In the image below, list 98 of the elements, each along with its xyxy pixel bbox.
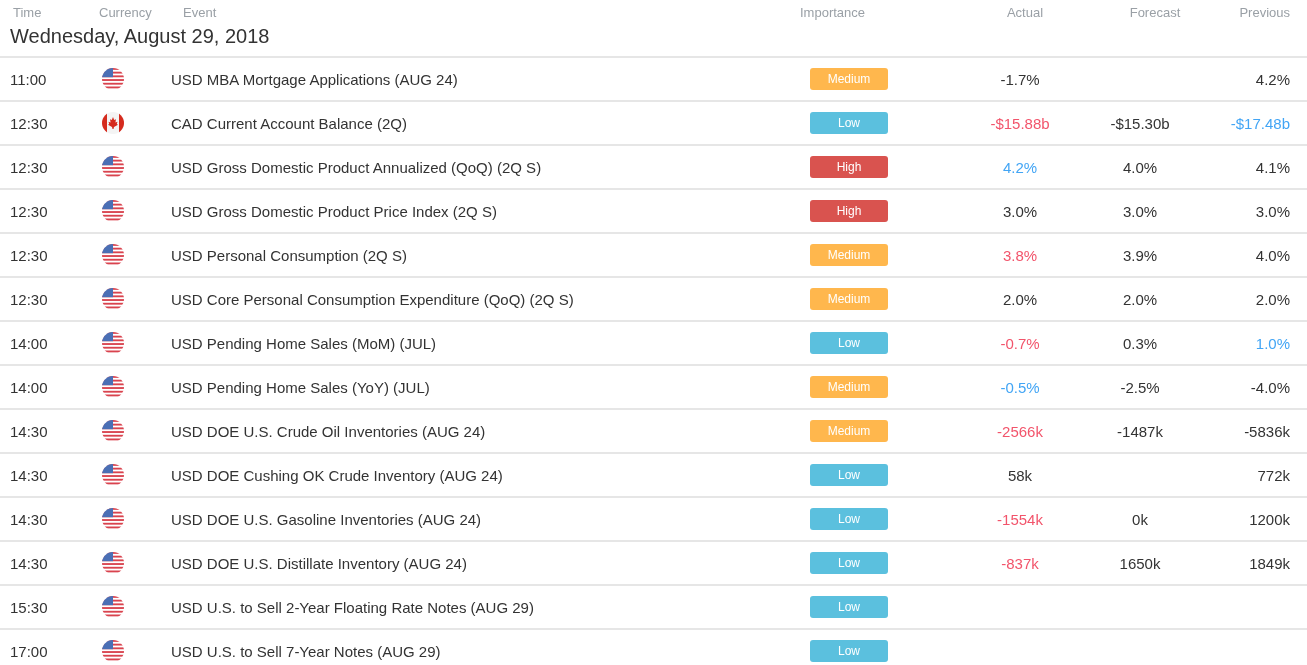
time-cell-text: 14:30 [9, 510, 48, 528]
time-cell-text: 14:30 [9, 422, 48, 440]
time-cell-text: 14:00 [9, 334, 48, 352]
column-header: Time [12, 5, 43, 21]
flag-icon [101, 68, 124, 90]
flag-icon [101, 200, 124, 222]
actual-value: -837k [1001, 554, 1039, 572]
time-cell-text: 11:00 [9, 70, 47, 88]
event-cell-text: USD DOE U.S. Gasoline Inventories (AUG 24) [170, 510, 482, 528]
previous-value: 1.0% [1255, 334, 1290, 352]
event-cell-text: USD Pending Home Sales (YoY) (JUL) [170, 378, 430, 396]
importance-badge: Low [810, 112, 888, 134]
event-cell-text: USD DOE U.S. Crude Oil Inventories (AUG 24) [170, 422, 486, 440]
event-cell-text: USD U.S. to Sell 7-Year Notes (AUG 29) [170, 642, 441, 660]
event-cell-text: CAD Current Account Balance (2Q) [170, 114, 407, 132]
forecast-value: 2.0% [1122, 290, 1158, 308]
forecast-value: 4.0% [1122, 158, 1158, 176]
column-header: Actual [1005, 5, 1044, 21]
date-heading: Wednesday, August 29, 2018 [9, 24, 271, 49]
previous-value: -4.0% [1250, 378, 1290, 396]
time-cell-text: 12:30 [9, 290, 48, 308]
actual-value: 2.0% [1002, 290, 1038, 308]
previous-value: -5836k [1244, 422, 1290, 440]
flag-icon [101, 420, 124, 442]
actual-value: -1.7% [1000, 70, 1040, 88]
flag-icon [101, 552, 124, 574]
previous-value: 1849k [1249, 554, 1290, 572]
time-cell-text: 14:30 [9, 554, 48, 572]
flag-icon [101, 156, 124, 178]
time-cell-text: 12:30 [9, 202, 48, 220]
event-cell-text: USD MBA Mortgage Applications (AUG 24) [170, 70, 458, 88]
actual-value: -1554k [997, 510, 1043, 528]
previous-value: 4.1% [1255, 158, 1290, 176]
actual-value: -$15.88b [990, 114, 1050, 132]
flag-icon [101, 596, 124, 618]
flag-icon [101, 508, 124, 530]
previous-value: 2.0% [1255, 290, 1290, 308]
flag-icon [101, 288, 124, 310]
previous-value: 4.2% [1255, 70, 1290, 88]
previous-value: 772k [1257, 466, 1290, 484]
time-cell-text: 12:30 [9, 158, 48, 176]
event-cell-text: USD DOE U.S. Distillate Inventory (AUG 24) [170, 554, 467, 572]
time-cell-text: 14:00 [9, 378, 48, 396]
event-cell-text: USD Gross Domestic Product Price Index (2Q S) [170, 202, 497, 220]
time-cell-text: 12:30 [9, 246, 48, 264]
importance-badge: Medium [810, 376, 888, 398]
importance-badge: Low [810, 640, 888, 662]
column-header: Currency [98, 5, 153, 21]
actual-value: -0.5% [1000, 378, 1040, 396]
importance-badge: Medium [810, 244, 888, 266]
actual-value: 3.8% [1002, 246, 1038, 264]
flag-icon [101, 376, 124, 398]
event-cell-text: USD DOE Cushing OK Crude Inventory (AUG 24) [170, 466, 503, 484]
column-header: Forecast [1128, 5, 1181, 21]
forecast-value: -1487k [1117, 422, 1163, 440]
importance-badge: High [810, 200, 888, 222]
importance-badge: Low [810, 596, 888, 618]
time-cell-text: 14:30 [9, 466, 48, 484]
event-cell-text: USD Pending Home Sales (MoM) (JUL) [170, 334, 437, 352]
importance-badge: High [810, 156, 888, 178]
previous-value: -$17.48b [1230, 114, 1290, 132]
forecast-value: 3.0% [1122, 202, 1158, 220]
previous-value: 3.0% [1255, 202, 1290, 220]
actual-value: 3.0% [1002, 202, 1038, 220]
time-cell-text: 15:30 [9, 598, 48, 616]
column-header: Importance [799, 5, 866, 21]
previous-value: 4.0% [1255, 246, 1290, 264]
event-cell-text: USD Gross Domestic Product Annualized (QoQ) (2Q S) [170, 158, 542, 176]
importance-badge: Low [810, 552, 888, 574]
flag-icon [101, 332, 124, 354]
flag-icon [101, 112, 124, 134]
column-header: Event [182, 5, 218, 21]
importance-badge: Medium [810, 68, 888, 90]
actual-value: -2566k [997, 422, 1043, 440]
flag-icon [101, 464, 124, 486]
importance-badge: Low [810, 464, 888, 486]
importance-badge: Low [810, 332, 888, 354]
flag-icon [101, 244, 124, 266]
actual-value: 4.2% [1002, 158, 1038, 176]
importance-badge: Medium [810, 420, 888, 442]
importance-badge: Medium [810, 288, 888, 310]
actual-value: -0.7% [1000, 334, 1040, 352]
forecast-value: -$15.30b [1110, 114, 1170, 132]
previous-value: 1200k [1249, 510, 1290, 528]
forecast-value: 1650k [1119, 554, 1161, 572]
event-cell-text: USD Personal Consumption (2Q S) [170, 246, 407, 264]
event-cell-text: USD U.S. to Sell 2-Year Floating Rate Notes (AUG 29) [170, 598, 534, 616]
importance-badge: Low [810, 508, 888, 530]
actual-value: 58k [1007, 466, 1033, 484]
column-header: Previous [1239, 5, 1290, 21]
forecast-value: -2.5% [1120, 378, 1160, 396]
time-cell-text: 17:00 [9, 642, 48, 660]
forecast-value: 3.9% [1122, 246, 1158, 264]
flag-icon [101, 640, 124, 662]
event-cell-text: USD Core Personal Consumption Expenditure (QoQ) (2Q S) [170, 290, 574, 308]
time-cell-text: 12:30 [9, 114, 48, 132]
forecast-value: 0.3% [1122, 334, 1158, 352]
forecast-value: 0k [1132, 510, 1148, 528]
